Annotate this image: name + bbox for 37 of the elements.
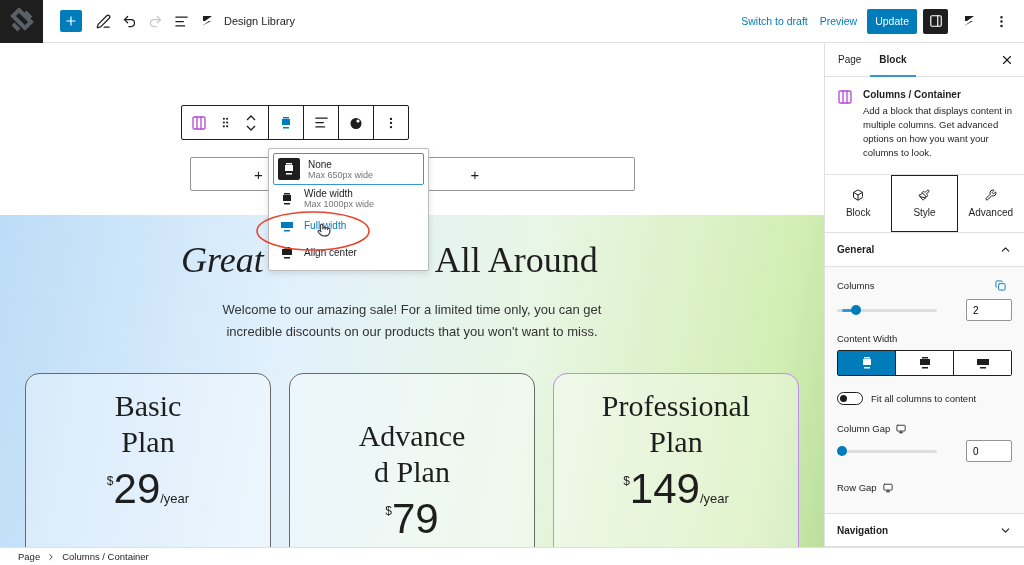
update-button[interactable]: Update [867,8,917,34]
sidebar-tab[interactable]: Block [870,42,916,77]
navigation-section-header[interactable]: Navigation [825,513,1024,547]
breadcrumb-item[interactable]: Columns / Container [62,551,149,562]
currency-sign: $ [385,504,392,518]
section-intro: Welcome to our amazing sale! For a limited time only, you can get incredible discounts on our products that you won't want to miss. [221,301,603,341]
plan-name: Basic [114,388,182,424]
content-width-label: Content Width [837,333,899,344]
columns-label: Columns [837,279,875,291]
block-description: Add a block that displays content in multiple columns. Get advanced options on how you want your columns to look. [863,104,1012,160]
section-heading: All Around [434,239,598,281]
header-link[interactable]: Switch to draft [735,15,814,27]
price-period: /year [160,491,190,506]
price-period: /year [699,491,729,506]
plan-name: Plan [121,424,175,460]
plan-name: Advance [358,418,466,454]
plan-price: 149 [629,468,700,510]
plan-name: Professional [601,388,751,424]
fit-label: Fit all columns to content [871,393,977,404]
column-gap-input[interactable]: 0 [966,440,1012,462]
column-gap-label: Column Gap [837,423,891,434]
plan-name: d Plan [374,454,450,490]
width-option[interactable]: None Max 650px wide [273,153,424,185]
currency-sign: $ [623,474,630,488]
document-title: Design Library [224,15,295,27]
currency-sign: $ [106,474,114,488]
plan-price: 29 [113,468,161,510]
row-gap-label: Row Gap [837,482,877,493]
inspector-tab[interactable]: Style [891,175,958,232]
plan-price: 79 [392,498,439,540]
header-link[interactable]: Preview [813,15,864,27]
section-heading: Great [181,239,264,281]
block-title: Columns / Container [863,89,962,100]
columns-input[interactable]: 2 [966,299,1012,321]
sidebar-tab[interactable]: Page [829,42,871,77]
breadcrumb-item[interactable]: Page [18,551,41,562]
plan-name: Plan [649,424,703,460]
